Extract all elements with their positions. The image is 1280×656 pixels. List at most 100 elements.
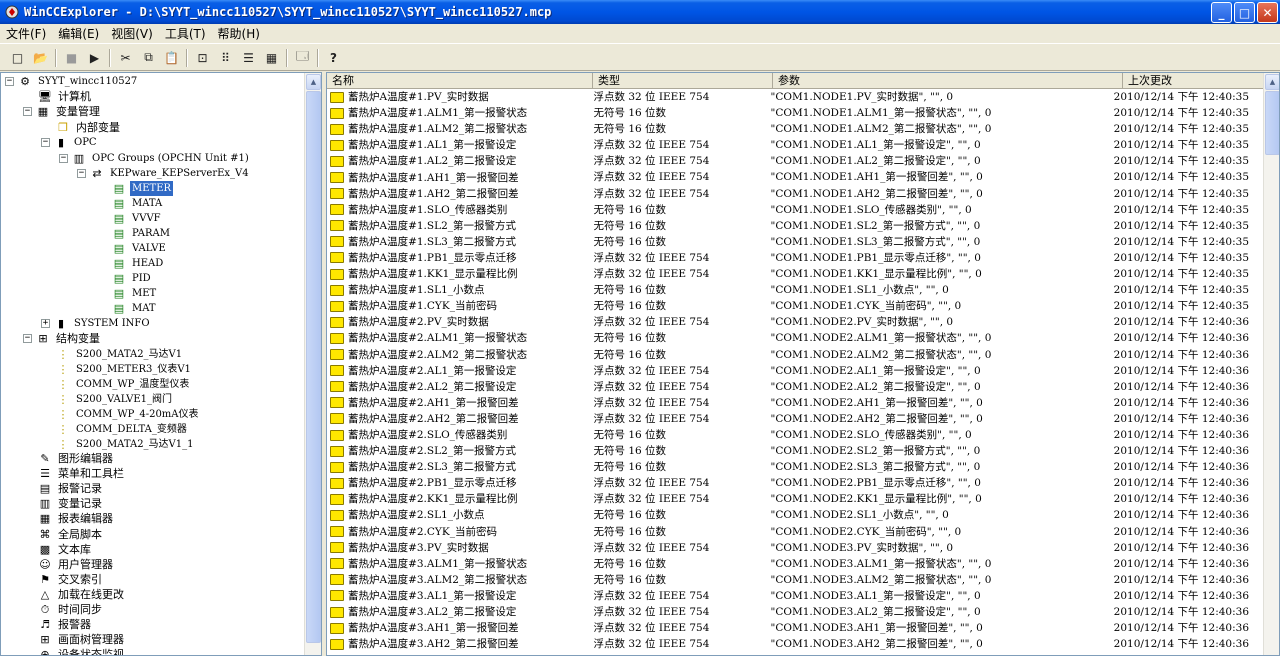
tree-item-struct-type[interactable]: ⋮ COMM_WP_4-20mA仪表 [55,407,201,422]
wincc-app-icon[interactable] [4,4,20,20]
tag-row[interactable]: 蓄热炉A温度#1.ALM2_第二报警状态 无符号 16 位数 "COM1.NODE1… [327,121,1267,137]
tree-item-internal-tags[interactable]: ❐ 内部变量 [55,120,122,135]
tag-row[interactable]: 蓄热炉A温度#2.ALM2_第二报警状态 无符号 16 位数 "COM1.NODE2… [327,347,1267,363]
tag-row[interactable]: 蓄热炉A温度#2.PB1_显示零点迁移 浮点数 32 位 IEEE 754 "COM… [327,475,1267,491]
tag-row[interactable]: 蓄热炉A温度#2.SL2_第一报警方式 无符号 16 位数 "COM1.NODE2.… [327,443,1267,459]
menu-file[interactable]: 文件(F) [0,25,52,42]
tree-root[interactable]: − ⚙ SYYT_wincc110527 [5,74,139,89]
tree-item-editor[interactable]: ▩ 文本库 [37,542,93,557]
tree-item-opc-groups[interactable]: − ▥ OPC Groups (OPCHN Unit #1) [59,151,251,166]
tree-item-editor[interactable]: ▥ 变量记录 [37,496,104,511]
small-icons-view-icon[interactable]: ⠿ [214,47,237,69]
tree-item-struct-type[interactable]: ⋮ S200_MATA2_马达V1_1 [55,437,196,452]
menu-edit[interactable]: 编辑(E) [52,25,105,42]
tree-item-kepware[interactable]: − ⇄ KEPware_KEPServerEx_V4 [77,166,251,181]
tree-item-group[interactable]: ▤ METER [111,181,174,196]
menu-help[interactable]: 帮助(H) [212,25,266,42]
tag-row[interactable]: 蓄热炉A温度#1.SL3_第二报警方式 无符号 16 位数 "COM1.NODE1.… [327,234,1267,250]
tree-item-editor[interactable]: ▤ 报警记录 [37,481,104,496]
tree-item-editor[interactable]: ▦ 报表编辑器 [37,511,115,526]
tag-row[interactable]: 蓄热炉A温度#3.ALM2_第二报警状态 无符号 16 位数 "COM1.NODE3… [327,572,1267,588]
tag-row[interactable]: 蓄热炉A温度#2.AH1_第一报警回差 浮点数 32 位 IEEE 754 "COM… [327,395,1267,411]
tag-row[interactable]: 蓄热炉A温度#2.SLO_传感器类别 无符号 16 位数 "COM1.NODE2.S… [327,427,1267,443]
copy-icon[interactable]: ⧉ [137,47,160,69]
details-view-icon[interactable]: ▦ [260,47,283,69]
collapse-toggle-icon[interactable]: − [23,107,32,116]
tree-item-struct-type[interactable]: ⋮ S200_MATA2_马达V1 [55,347,184,362]
open-folder-icon[interactable]: 📂 [29,47,52,69]
tree-item-struct-type[interactable]: ⋮ COMM_WP_温度型仪表 [55,377,191,392]
tag-row[interactable]: 蓄热炉A温度#3.PV_实时数据 浮点数 32 位 IEEE 754 "COM1.N… [327,540,1267,556]
tree-item-system-info[interactable]: + ▮ SYSTEM INFO [41,316,152,331]
collapse-toggle-icon[interactable]: − [41,138,50,147]
column-header-parameter[interactable]: 参数 [773,73,1123,89]
menu-tools[interactable]: 工具(T) [159,25,212,42]
tag-row[interactable]: 蓄热炉A温度#2.SL1_小数点 无符号 16 位数 "COM1.NODE2.SL1… [327,507,1267,523]
tag-row[interactable]: 蓄热炉A温度#3.AH2_第二报警回差 浮点数 32 位 IEEE 754 "COM… [327,636,1267,652]
tree-item-editor[interactable]: ⏱ 时间同步 [37,602,104,617]
tag-row[interactable]: 蓄热炉A温度#3.AH1_第一报警回差 浮点数 32 位 IEEE 754 "COM… [327,620,1267,636]
close-button[interactable]: ✕ [1257,2,1278,23]
tag-row[interactable]: 蓄热炉A温度#2.ALM1_第一报警状态 无符号 16 位数 "COM1.NODE2… [327,330,1267,346]
tree-item-group[interactable]: ▤ MET [111,286,158,301]
tag-row[interactable]: 蓄热炉A温度#2.AL1_第一报警设定 浮点数 32 位 IEEE 754 "COM… [327,363,1267,379]
tag-row[interactable]: 蓄热炉A温度#3.AL2_第二报警设定 浮点数 32 位 IEEE 754 "COM… [327,604,1267,620]
maximize-button[interactable]: □ [1234,2,1255,23]
tree-item-group[interactable]: ▤ PARAM [111,226,172,241]
tree-item-editor[interactable]: △ 加载在线更改 [37,587,126,602]
tag-row[interactable]: 蓄热炉A温度#1.SLO_传感器类别 无符号 16 位数 "COM1.NODE1.S… [327,202,1267,218]
column-header-last-change[interactable]: 上次更改 [1123,73,1279,89]
tree-item-struct-type[interactable]: ⋮ S200_VALVE1_阀门 [55,392,174,407]
tag-row[interactable]: 蓄热炉A温度#1.KK1_显示量程比例 浮点数 32 位 IEEE 754 "COM… [327,266,1267,282]
tree-item-editor[interactable]: ⊕ 设备状态监视 [37,647,126,655]
tag-row[interactable]: 蓄热炉A温度#2.CYK_当前密码 无符号 16 位数 "COM1.NODE2.CY… [327,524,1267,540]
tree-item-editor[interactable]: ☺ 用户管理器 [37,557,115,572]
tag-row[interactable]: 蓄热炉A温度#3.AL1_第一报警设定 浮点数 32 位 IEEE 754 "COM… [327,588,1267,604]
collapse-toggle-icon[interactable]: − [23,334,32,343]
tree-item-editor[interactable]: ♬ 报警器 [37,617,93,632]
tag-row[interactable]: 蓄热炉A温度#1.AL2_第二报警设定 浮点数 32 位 IEEE 754 "COM… [327,153,1267,169]
list-vertical-scrollbar[interactable]: ▲ [1263,73,1279,655]
tag-row[interactable]: 蓄热炉A温度#1.AH1_第一报警回差 浮点数 32 位 IEEE 754 "COM… [327,169,1267,185]
collapse-toggle-icon[interactable]: − [5,77,14,86]
tree-item-group[interactable]: ▤ PID [111,271,153,286]
tree-item-tag-management[interactable]: − ▦ 变量管理 [23,104,102,119]
tag-row[interactable]: 蓄热炉A温度#1.AH2_第二报警回差 浮点数 32 位 IEEE 754 "COM… [327,186,1267,202]
tree-item-computer[interactable]: 🖥 计算机 [37,89,93,104]
tree-item-struct-tags[interactable]: − ⊞ 结构变量 [23,331,102,346]
expand-toggle-icon[interactable]: + [41,319,50,328]
paste-icon[interactable]: 📋 [160,47,183,69]
tree-item-group[interactable]: ▤ MAT [111,301,158,316]
help-cursor-icon[interactable]: ? [322,47,345,69]
new-file-icon[interactable]: □ [6,47,29,69]
tree-item-group[interactable]: ▤ VALVE [111,241,168,256]
tag-row[interactable]: 蓄热炉A温度#3.ALM1_第一报警状态 无符号 16 位数 "COM1.NODE3… [327,556,1267,572]
column-header-type[interactable]: 类型 [593,73,773,89]
properties-icon[interactable]: 🗔 [291,47,314,69]
tree-item-struct-type[interactable]: ⋮ COMM_DELTA_变频器 [55,422,189,437]
tag-row[interactable]: 蓄热炉A温度#1.SL2_第一报警方式 无符号 16 位数 "COM1.NODE1.… [327,218,1267,234]
large-icons-view-icon[interactable]: ⊡ [191,47,214,69]
tree-item-editor[interactable]: ⌘ 全局脚本 [37,527,104,542]
minimize-button[interactable]: _ [1211,2,1232,23]
tree-item-editor[interactable]: ⚑ 交叉索引 [37,572,104,587]
stop-runtime-icon[interactable]: ■ [60,47,83,69]
tag-row[interactable]: 蓄热炉A温度#2.KK1_显示量程比例 浮点数 32 位 IEEE 754 "COM… [327,491,1267,507]
activate-runtime-icon[interactable]: ▶ [83,47,106,69]
tree-item-editor[interactable]: ✎ 图形编辑器 [37,451,115,466]
column-header-name[interactable]: 名称 [327,73,593,89]
tree-item-group[interactable]: ▤ HEAD [111,256,165,271]
collapse-toggle-icon[interactable]: − [77,169,86,178]
scroll-thumb[interactable] [1265,91,1279,155]
tree-item-opc[interactable]: − ▮ OPC [41,135,99,150]
tree-item-editor[interactable]: ☰ 菜单和工具栏 [37,466,126,481]
tag-row[interactable]: 蓄热炉A温度#2.AL2_第二报警设定 浮点数 32 位 IEEE 754 "COM… [327,379,1267,395]
tag-row[interactable]: 蓄热炉A温度#2.PV_实时数据 浮点数 32 位 IEEE 754 "COM1.N… [327,314,1267,330]
tree-item-group[interactable]: ▤ MATA [111,196,164,211]
tag-row[interactable]: 蓄热炉A温度#1.ALM1_第一报警状态 无符号 16 位数 "COM1.NODE1… [327,105,1267,121]
menu-view[interactable]: 视图(V) [105,25,159,42]
tag-row[interactable]: 蓄热炉A温度#1.CYK_当前密码 无符号 16 位数 "COM1.NODE1.CY… [327,298,1267,314]
scroll-up-arrow-icon[interactable]: ▲ [306,74,321,90]
scroll-up-arrow-icon[interactable]: ▲ [1265,74,1279,90]
tag-row[interactable]: 蓄热炉A温度#1.SL1_小数点 无符号 16 位数 "COM1.NODE1.SL1… [327,282,1267,298]
